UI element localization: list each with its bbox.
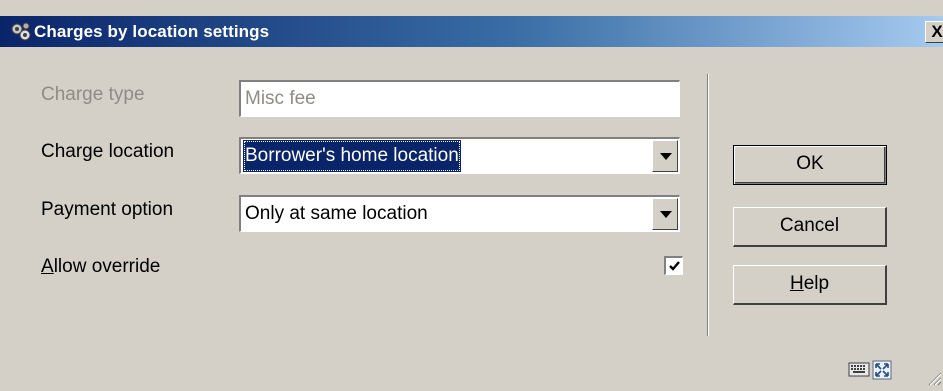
cancel-button[interactable]: Cancel — [733, 207, 887, 247]
close-icon: X — [931, 22, 943, 41]
dialog-title: Charges by location settings — [34, 22, 270, 41]
allow-override-label[interactable]: Allow override — [41, 256, 160, 278]
allow-override-checkbox[interactable] — [664, 256, 683, 275]
vertical-separator — [707, 74, 709, 336]
charge-location-select[interactable]: Borrower's home location — [239, 137, 680, 174]
close-button[interactable]: X — [925, 21, 943, 43]
resize-grip-icon[interactable] — [924, 368, 942, 391]
charge-type-value: Misc fee — [245, 88, 316, 109]
help-button[interactable]: Help — [733, 265, 887, 305]
ok-button[interactable]: OK — [733, 145, 887, 185]
payment-option-label: Payment option — [41, 199, 174, 220]
payment-option-select[interactable]: Only at same location — [239, 195, 680, 232]
charge-type-field: Misc fee — [239, 80, 680, 117]
checkmark-icon — [669, 261, 680, 271]
gear-cluster-icon — [10, 22, 32, 42]
charges-dialog: Charges by location settings X Charge ty… — [0, 0, 943, 387]
maximize-icon[interactable] — [872, 360, 892, 385]
charge-location-dropdown-button[interactable] — [652, 140, 678, 172]
payment-option-dropdown-button[interactable] — [652, 198, 678, 230]
payment-option-value: Only at same location — [245, 203, 428, 224]
title-bar[interactable]: Charges by location settings X — [0, 16, 943, 47]
keyboard-icon[interactable] — [848, 360, 870, 383]
charge-location-label: Charge location — [41, 141, 175, 162]
charge-location-value: Borrower's home location — [243, 140, 461, 172]
charge-type-label: Charge type — [41, 84, 145, 105]
